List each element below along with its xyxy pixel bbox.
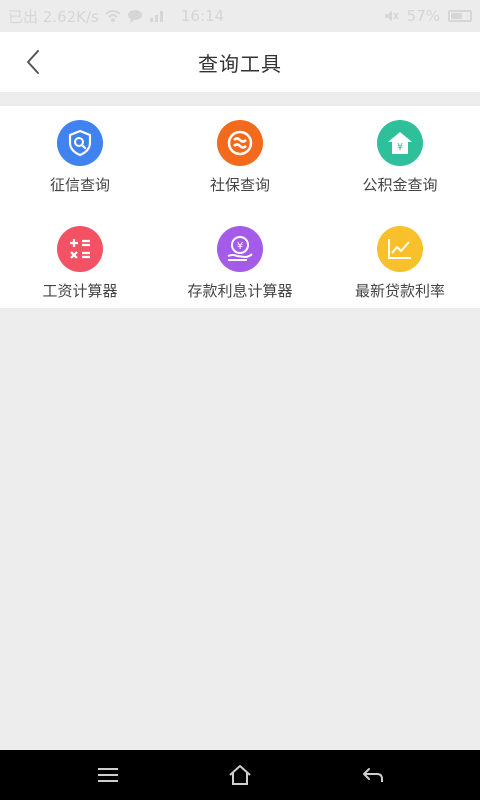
tool-label: 最新贷款利率 bbox=[354, 282, 445, 300]
tool-latest-loan-rate[interactable]: 最新贷款利率 bbox=[320, 216, 480, 316]
calculator-icon bbox=[57, 226, 103, 272]
page-title: 查询工具 bbox=[198, 51, 282, 76]
tool-social-security-query[interactable]: 社保查询 bbox=[160, 110, 320, 210]
tool-label: 社保查询 bbox=[209, 176, 270, 194]
home-icon[interactable] bbox=[227, 762, 253, 788]
tool-label: 存款利息计算器 bbox=[187, 282, 293, 300]
mute-icon bbox=[384, 11, 399, 21]
tool-salary-calculator[interactable]: 工资计算器 bbox=[0, 216, 160, 316]
social-security-icon bbox=[217, 120, 263, 166]
battery-icon bbox=[448, 10, 472, 22]
system-nav-bar bbox=[0, 750, 480, 800]
status-bar: 已出 2.62K/s 16:14 57% bbox=[0, 0, 480, 32]
credit-shield-search-icon bbox=[57, 120, 103, 166]
svg-text:¥: ¥ bbox=[237, 241, 243, 252]
deposit-interest-icon: ¥ bbox=[217, 226, 263, 272]
housing-fund-house-icon: ¥ bbox=[377, 120, 423, 166]
signal-icon bbox=[149, 11, 163, 22]
tool-deposit-interest-calculator[interactable]: ¥ 存款利息计算器 bbox=[160, 216, 320, 316]
chat-notification-icon bbox=[127, 10, 142, 23]
loan-rate-chart-icon bbox=[377, 226, 423, 272]
menu-icon[interactable] bbox=[95, 762, 121, 788]
tool-label: 工资计算器 bbox=[42, 282, 118, 300]
back-arrow-icon[interactable] bbox=[360, 762, 386, 788]
battery-percent: 57% bbox=[406, 7, 440, 25]
tool-housing-fund-query[interactable]: ¥ 公积金查询 bbox=[320, 110, 480, 210]
wifi-icon bbox=[105, 10, 121, 22]
tools-grid: 征信查询 社保查询 ¥ 公积金查询 工资计算器 ¥ 存款利息计算器 最新贷款利率 bbox=[0, 106, 480, 308]
app-header: 查询工具 bbox=[0, 32, 480, 92]
tool-label: 征信查询 bbox=[49, 176, 110, 194]
network-speed: 已出 2.62K/s bbox=[8, 7, 99, 26]
back-chevron-icon[interactable] bbox=[18, 46, 50, 78]
tool-label: 公积金查询 bbox=[362, 176, 438, 194]
svg-text:¥: ¥ bbox=[397, 142, 403, 153]
tool-credit-query[interactable]: 征信查询 bbox=[0, 110, 160, 210]
clock: 16:14 bbox=[180, 7, 225, 25]
